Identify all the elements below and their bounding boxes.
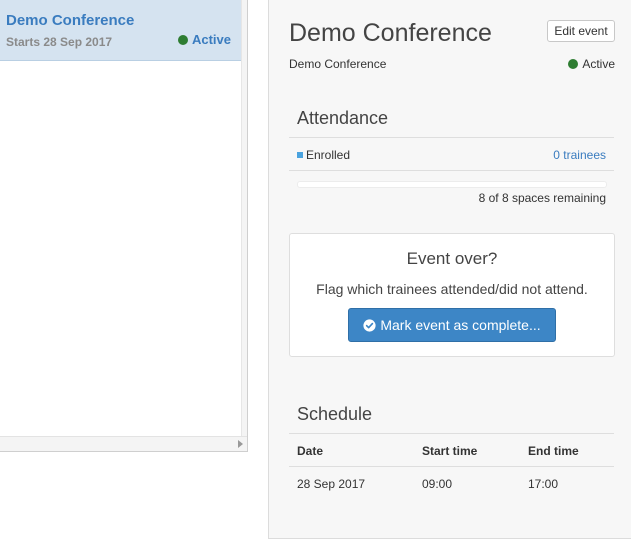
event-list-item-status: Active: [177, 32, 231, 47]
event-over-description: Flag which trainees attended/did not att…: [316, 281, 588, 297]
mark-event-complete-button[interactable]: Mark event as complete...: [348, 308, 556, 342]
horizontal-scrollbar[interactable]: [0, 436, 247, 451]
active-status-icon: [568, 59, 579, 69]
enrolled-marker-icon: [297, 152, 303, 158]
schedule-heading: Schedule: [297, 404, 373, 424]
divider: [289, 466, 614, 467]
event-list-panel: Demo Conference Starts 28 Sep 2017 Activ…: [0, 0, 248, 452]
schedule-column-start-time: Start time: [422, 444, 478, 458]
event-over-panel: Event over? Flag which trainees attended…: [289, 233, 615, 357]
active-status-icon: [177, 34, 188, 45]
event-status-label: Active: [582, 57, 615, 71]
enrolled-trainees-link[interactable]: 0 trainees: [553, 148, 606, 162]
enrolled-label: Enrolled: [297, 148, 350, 162]
divider: [289, 433, 614, 434]
schedule-row-date: 28 Sep 2017: [297, 477, 366, 491]
schedule-row-end-time: 17:00: [528, 477, 559, 491]
attendance-heading: Attendance: [297, 108, 389, 128]
scroll-right-arrow-icon[interactable]: [238, 440, 243, 448]
event-status: Active: [568, 57, 615, 71]
vertical-scrollbar[interactable]: [241, 0, 247, 436]
event-title: Demo Conference: [289, 19, 492, 47]
edit-event-button[interactable]: Edit event: [547, 20, 615, 42]
divider: [289, 170, 614, 171]
attendance-progress-bar: [297, 181, 607, 188]
spaces-remaining: 8 of 8 spaces remaining: [478, 191, 606, 205]
event-list-item-start-date: Starts 28 Sep 2017: [6, 35, 113, 49]
schedule-column-end-time: End time: [528, 444, 579, 458]
schedule-column-date: Date: [297, 444, 324, 458]
event-list-item-status-label: Active: [191, 32, 231, 47]
event-detail-panel: Demo Conference Edit event Demo Conferen…: [268, 0, 631, 539]
enrolled-label-text: Enrolled: [306, 148, 351, 162]
event-subtitle: Demo Conference: [289, 57, 387, 71]
mark-event-complete-label: Mark event as complete...: [380, 317, 541, 333]
event-list-item-title: Demo Conference: [6, 12, 135, 29]
divider: [289, 137, 614, 138]
event-list-item[interactable]: Demo Conference Starts 28 Sep 2017 Activ…: [0, 0, 241, 61]
check-circle-icon: [363, 318, 376, 332]
event-over-title: Event over?: [406, 249, 498, 268]
schedule-row-start-time: 09:00: [422, 477, 453, 491]
